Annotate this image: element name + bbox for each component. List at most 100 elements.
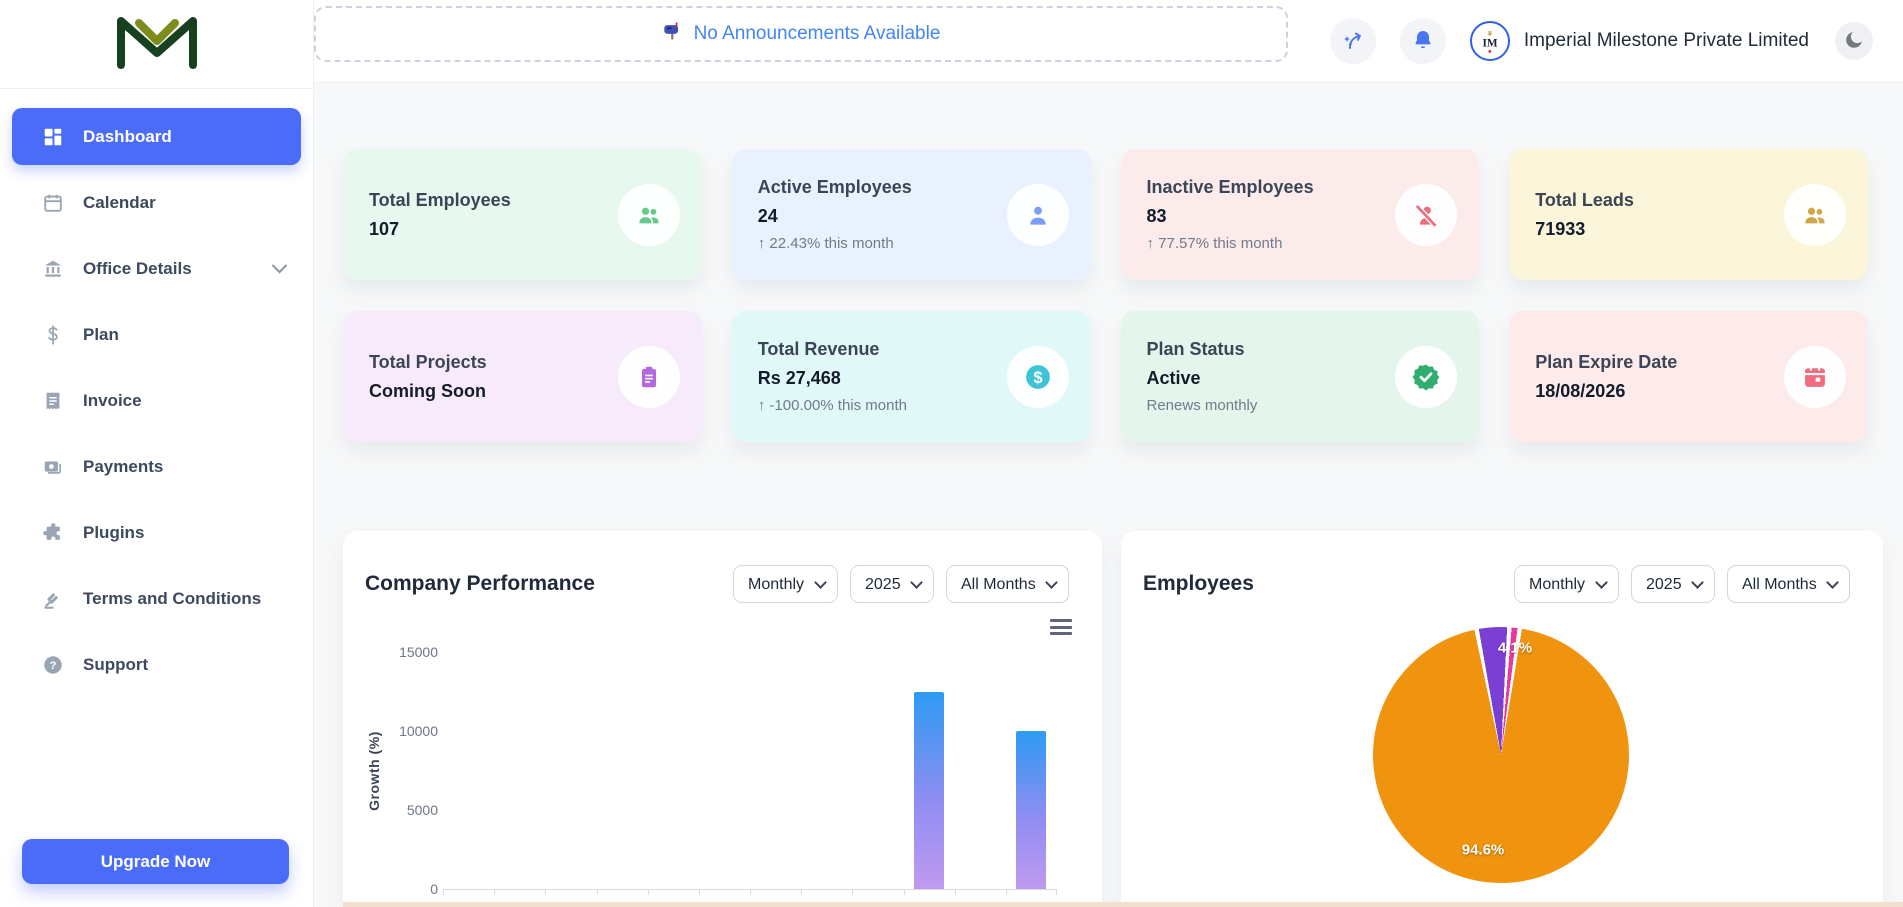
puzzle-icon: [41, 521, 65, 545]
employees-header: Employees Monthly 2025 All Months: [1121, 531, 1883, 603]
sidebar-item-plan[interactable]: Plan: [12, 306, 301, 363]
performance-filters: Monthly 2025 All Months: [733, 565, 1069, 603]
calendar-icon: [41, 191, 65, 215]
employees-card: Employees Monthly 2025 All Months 4.1% 94.…: [1121, 531, 1883, 907]
sidebar-item-dashboard[interactable]: Dashboard: [12, 108, 301, 165]
calendar-solid-icon: [1784, 346, 1846, 408]
company-performance-title: Company Performance: [365, 572, 595, 596]
y-axis-tick: 0: [378, 881, 438, 897]
bar-dec: [1016, 731, 1046, 889]
employees-filter-monthly[interactable]: Monthly: [1514, 565, 1619, 603]
badge-check-icon: [1395, 346, 1457, 408]
employees-title: Employees: [1143, 572, 1254, 596]
performance-filter-all-months[interactable]: All Months: [946, 565, 1069, 603]
y-axis-tick: 15000: [378, 644, 438, 660]
svg-text:?: ?: [50, 660, 57, 672]
stat-card-inactive-employees: Inactive Employees 83 ↑ 77.57% this mont…: [1121, 149, 1480, 280]
y-axis-label: Growth (%): [366, 731, 382, 811]
sidebar-item-invoice[interactable]: Invoice: [12, 372, 301, 429]
announcement-text: No Announcements Available: [694, 23, 941, 45]
pie-slice-label: 4.1%: [1498, 640, 1532, 657]
sidebar-logo: [0, 0, 313, 89]
bar-chart-plot-area: [443, 652, 1057, 890]
topbar-actions: ♛ IM ◆ Imperial Milestone Private Limite…: [1306, 0, 1903, 82]
dark-mode-toggle[interactable]: [1835, 22, 1873, 60]
sidebar-item-label: Calendar: [83, 193, 156, 213]
svg-text:IM: IM: [1482, 38, 1497, 50]
bar-oct: [914, 692, 944, 890]
performance-filter-wrap-all-months: All Months: [946, 565, 1069, 603]
gavel-icon: [41, 587, 65, 611]
company-performance-header: Company Performance Monthly 2025 All Month…: [343, 531, 1102, 603]
sidebar-item-label: Payments: [83, 457, 163, 477]
clipboard-icon: [618, 346, 680, 408]
green-m-monogram-logo: [109, 11, 205, 78]
performance-filter-wrap-2025: 2025: [850, 565, 934, 603]
x-axis-tick: [852, 889, 853, 895]
sidebar-item-support[interactable]: ? Support: [12, 636, 301, 693]
announcement-banner: No Announcements Available: [314, 6, 1288, 62]
dollar-icon: [41, 323, 65, 347]
dashboard-grid-icon: [41, 125, 65, 149]
sidebar-nav: Dashboard Calendar Office Details Plan I…: [0, 89, 313, 693]
main-area: No Announcements Available: [314, 0, 1903, 907]
invoice-icon: [41, 389, 65, 413]
employees-filters: Monthly 2025 All Months: [1514, 565, 1850, 603]
svg-text:◆: ◆: [1488, 48, 1492, 54]
sidebar-item-label: Plan: [83, 325, 119, 345]
stats-grid: Total Employees 107 Active Employees 24 …: [343, 149, 1868, 442]
sidebar-item-terms-and-conditions[interactable]: Terms and Conditions: [12, 570, 301, 627]
dashboard-app: Dashboard Calendar Office Details Plan I…: [0, 0, 1903, 907]
question-icon: ?: [41, 653, 65, 677]
employees-filter-2025[interactable]: 2025: [1631, 565, 1715, 603]
stat-card-active-employees: Active Employees 24 ↑ 22.43% this month: [732, 149, 1091, 280]
sidebar-item-payments[interactable]: Payments: [12, 438, 301, 495]
sidebar-item-office-details[interactable]: Office Details: [12, 240, 301, 297]
sparkle-arrow-icon: [1341, 28, 1365, 55]
payments-icon: [41, 455, 65, 479]
sidebar-item-label: Terms and Conditions: [83, 589, 261, 609]
x-axis-tick: [1056, 889, 1057, 895]
stat-card-total-revenue: Total Revenue Rs 27,468 ↑ -100.00% this …: [732, 311, 1091, 442]
x-axis-tick: [597, 889, 598, 895]
employees-filter-wrap-monthly: Monthly: [1514, 565, 1619, 603]
charts-row: Company Performance Monthly 2025 All Month…: [343, 531, 1903, 907]
x-axis-tick: [648, 889, 649, 895]
people-icon: [618, 184, 680, 246]
chevron-down-icon: [272, 258, 288, 274]
person-slash-icon: [1395, 184, 1457, 246]
sidebar-item-label: Invoice: [83, 391, 142, 411]
company-name: Imperial Milestone Private Limited: [1524, 30, 1809, 52]
sidebar-item-label: Office Details: [83, 259, 192, 279]
x-axis-tick: [1006, 889, 1007, 895]
x-axis-tick: [955, 889, 956, 895]
upgrade-now-button[interactable]: Upgrade Now: [22, 839, 289, 884]
employees-filter-wrap-2025: 2025: [1631, 565, 1715, 603]
company-performance-card: Company Performance Monthly 2025 All Month…: [343, 531, 1102, 907]
person-icon: [1007, 184, 1069, 246]
x-axis-tick: [904, 889, 905, 895]
x-axis-tick: [750, 889, 751, 895]
bell-icon: [1411, 28, 1435, 55]
notifications-bell-button[interactable]: [1400, 18, 1446, 64]
sparkle-arrow-button[interactable]: [1330, 18, 1376, 64]
performance-filter-monthly[interactable]: Monthly: [733, 565, 838, 603]
sidebar-item-label: Support: [83, 655, 148, 675]
bank-icon: [41, 257, 65, 281]
y-axis-tick: 10000: [378, 723, 438, 739]
x-axis-tick: [699, 889, 700, 895]
pie-slice-label: 94.6%: [1462, 842, 1505, 859]
dollar-circle-icon: $: [1007, 346, 1069, 408]
company-logo-avatar[interactable]: ♛ IM ◆: [1470, 21, 1510, 61]
performance-filter-2025[interactable]: 2025: [850, 565, 934, 603]
employees-filter-wrap-all-months: All Months: [1727, 565, 1850, 603]
sidebar-item-label: Dashboard: [83, 127, 172, 147]
x-axis-tick: [443, 889, 444, 895]
sidebar-item-plugins[interactable]: Plugins: [12, 504, 301, 561]
topbar: No Announcements Available: [314, 0, 1903, 83]
sidebar-item-calendar[interactable]: Calendar: [12, 174, 301, 231]
sidebar: Dashboard Calendar Office Details Plan I…: [0, 0, 314, 907]
hamburger-menu-icon[interactable]: [1050, 619, 1072, 639]
svg-text:$: $: [1033, 368, 1042, 386]
employees-filter-all-months[interactable]: All Months: [1727, 565, 1850, 603]
